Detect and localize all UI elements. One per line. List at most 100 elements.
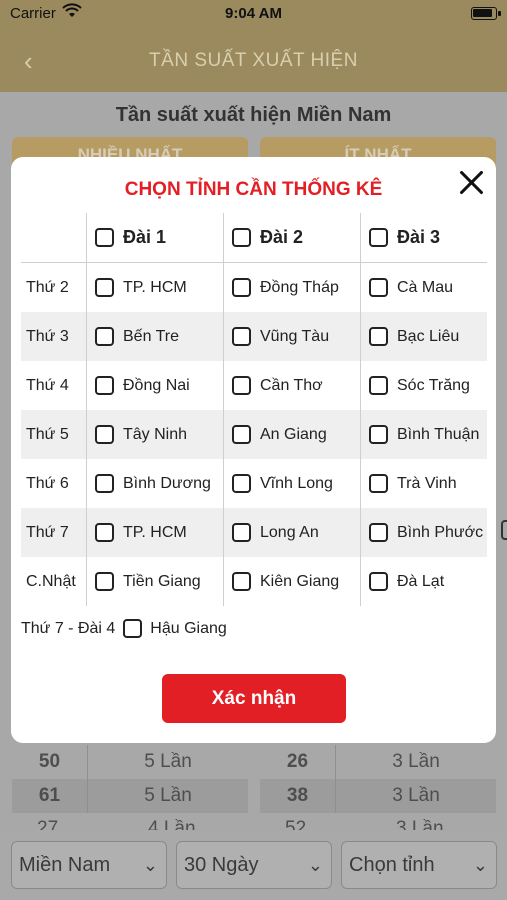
province-option[interactable]: Đồng Tháp xyxy=(224,263,361,312)
checkbox[interactable] xyxy=(232,228,251,247)
checkbox[interactable] xyxy=(95,228,114,247)
checkbox[interactable] xyxy=(369,572,388,591)
checkbox[interactable] xyxy=(369,278,388,297)
day-row: Thứ 2 TP. HCM Đồng Tháp Cà Mau xyxy=(21,263,487,312)
province-option[interactable]: Bình Thuận xyxy=(361,410,487,459)
station-label: Đài 2 xyxy=(260,227,304,247)
number-cell: 50 xyxy=(12,745,88,779)
confirm-button[interactable]: Xác nhận xyxy=(162,674,346,723)
province-option[interactable]: Sóc Trăng xyxy=(361,361,487,410)
checkbox[interactable] xyxy=(232,425,251,444)
province-option[interactable]: Tiền Giang xyxy=(87,557,224,606)
day-label: Thứ 3 xyxy=(21,312,87,361)
checkbox[interactable] xyxy=(369,523,388,542)
province-grid: Đài 1 Đài 2 Đài 3 Thứ 2 TP. HCM Đồng Thá… xyxy=(21,213,487,606)
extra-station-row: Thứ 7 - Đài 4 Hậu Giang xyxy=(21,619,227,638)
province-option[interactable]: Cần Thơ xyxy=(224,361,361,410)
day-label: Thứ 7 xyxy=(21,508,87,557)
province-option[interactable]: Trà Vinh xyxy=(361,459,487,508)
province-option[interactable]: Bình Dương xyxy=(87,459,224,508)
checkbox[interactable] xyxy=(369,376,388,395)
province-dropdown-value: Chọn tỉnh xyxy=(349,854,435,876)
province-option[interactable]: Long An xyxy=(224,508,361,557)
province-option[interactable]: Kiên Giang xyxy=(224,557,361,606)
province-label: Đà Lạt xyxy=(397,572,445,590)
province-option[interactable]: An Giang xyxy=(224,410,361,459)
chevron-down-icon: ⌄ xyxy=(472,855,488,875)
province-label: Bến Tre xyxy=(123,327,180,345)
province-option[interactable]: TP. HCM xyxy=(87,263,224,312)
province-option[interactable]: Đồng Nai xyxy=(87,361,224,410)
day-row: Thứ 4 Đồng Nai Cần Thơ Sóc Trăng xyxy=(21,361,487,410)
partial-number-cell: 52 xyxy=(285,818,307,830)
checkbox[interactable] xyxy=(95,327,114,346)
checkbox[interactable] xyxy=(123,619,143,638)
checkbox[interactable] xyxy=(95,572,114,591)
province-label: Long An xyxy=(260,523,319,541)
partial-number-cell: 27 xyxy=(37,818,59,830)
checkbox[interactable] xyxy=(95,278,114,297)
extra-station-label: Thứ 7 - Đài 4 xyxy=(21,619,116,637)
province-option[interactable]: Bến Tre xyxy=(87,312,224,361)
section-title: Tần suất xuất hiện Miền Nam xyxy=(115,104,392,126)
province-option[interactable]: Cà Mau xyxy=(361,263,487,312)
province-option[interactable]: Tây Ninh xyxy=(87,410,224,459)
province-label: Đồng Tháp xyxy=(260,278,339,296)
header-blank xyxy=(21,213,87,262)
checkbox[interactable] xyxy=(232,327,251,346)
checkbox[interactable] xyxy=(95,523,114,542)
modal-title: CHỌN TỈNH CẦN THỐNG KÊ xyxy=(124,179,383,200)
checkbox[interactable] xyxy=(95,425,114,444)
station-label: Đài 1 xyxy=(123,227,167,247)
period-dropdown[interactable]: 30 Ngày ⌄ xyxy=(176,841,332,889)
checkbox[interactable] xyxy=(369,228,388,247)
province-dropdown[interactable]: Chọn tỉnh ⌄ xyxy=(341,841,497,889)
battery-icon xyxy=(471,7,501,20)
checkbox[interactable] xyxy=(95,376,114,395)
checkbox[interactable] xyxy=(232,474,251,493)
day-row: Thứ 7 TP. HCM Long An Bình Phước xyxy=(21,508,487,557)
checkbox[interactable] xyxy=(232,376,251,395)
province-label: Vũng Tàu xyxy=(260,327,330,345)
station-3-header[interactable]: Đài 3 xyxy=(361,213,487,262)
partial-count-cell: 4 Lần xyxy=(148,818,196,830)
province-label: Kiên Giang xyxy=(260,572,340,590)
province-label: Sóc Trăng xyxy=(397,376,470,394)
station-1-header[interactable]: Đài 1 xyxy=(87,213,224,262)
checkbox[interactable] xyxy=(369,327,388,346)
checkbox[interactable] xyxy=(369,425,388,444)
province-picker-modal: CHỌN TỈNH CẦN THỐNG KÊ Đài 1 Đài 2 Đài 3… xyxy=(11,157,496,743)
province-label: Bình Dương xyxy=(123,474,211,492)
page-title: TẦN SUẤT XUẤT HIỆN xyxy=(149,50,358,71)
number-cell: 26 xyxy=(260,745,336,779)
checkbox[interactable] xyxy=(232,523,251,542)
province-label: Trà Vinh xyxy=(397,474,457,492)
checkbox[interactable] xyxy=(369,474,388,493)
count-cell: 5 Lần xyxy=(144,785,192,806)
chevron-down-icon: ⌄ xyxy=(142,855,158,875)
checkbox[interactable] xyxy=(95,474,114,493)
status-time: 9:04 AM xyxy=(225,5,282,22)
province-option[interactable]: Bình Phước xyxy=(361,508,487,557)
province-label: Bình Phước xyxy=(397,523,484,541)
station-2-header[interactable]: Đài 2 xyxy=(224,213,361,262)
number-cell: 38 xyxy=(260,779,336,813)
province-option[interactable]: TP. HCM xyxy=(87,508,224,557)
close-icon[interactable] xyxy=(458,169,484,195)
province-option[interactable]: Vũng Tàu xyxy=(224,312,361,361)
province-label: Bạc Liêu xyxy=(397,327,460,345)
province-option[interactable]: Vĩnh Long xyxy=(224,459,361,508)
province-label: Hậu Giang xyxy=(150,619,227,637)
province-label: Bình Thuận xyxy=(397,425,480,443)
checkbox[interactable] xyxy=(232,572,251,591)
region-dropdown[interactable]: Miền Nam ⌄ xyxy=(11,841,167,889)
day-label: Thứ 2 xyxy=(21,263,87,312)
day-row: Thứ 3 Bến Tre Vũng Tàu Bạc Liêu xyxy=(21,312,487,361)
checkbox[interactable] xyxy=(232,278,251,297)
day-row: Thứ 5 Tây Ninh An Giang Bình Thuận xyxy=(21,410,487,459)
region-dropdown-value: Miền Nam xyxy=(19,854,111,876)
day-label: Thứ 5 xyxy=(21,410,87,459)
partial-checkbox xyxy=(501,520,507,540)
province-option[interactable]: Đà Lạt xyxy=(361,557,487,606)
province-option[interactable]: Bạc Liêu xyxy=(361,312,487,361)
